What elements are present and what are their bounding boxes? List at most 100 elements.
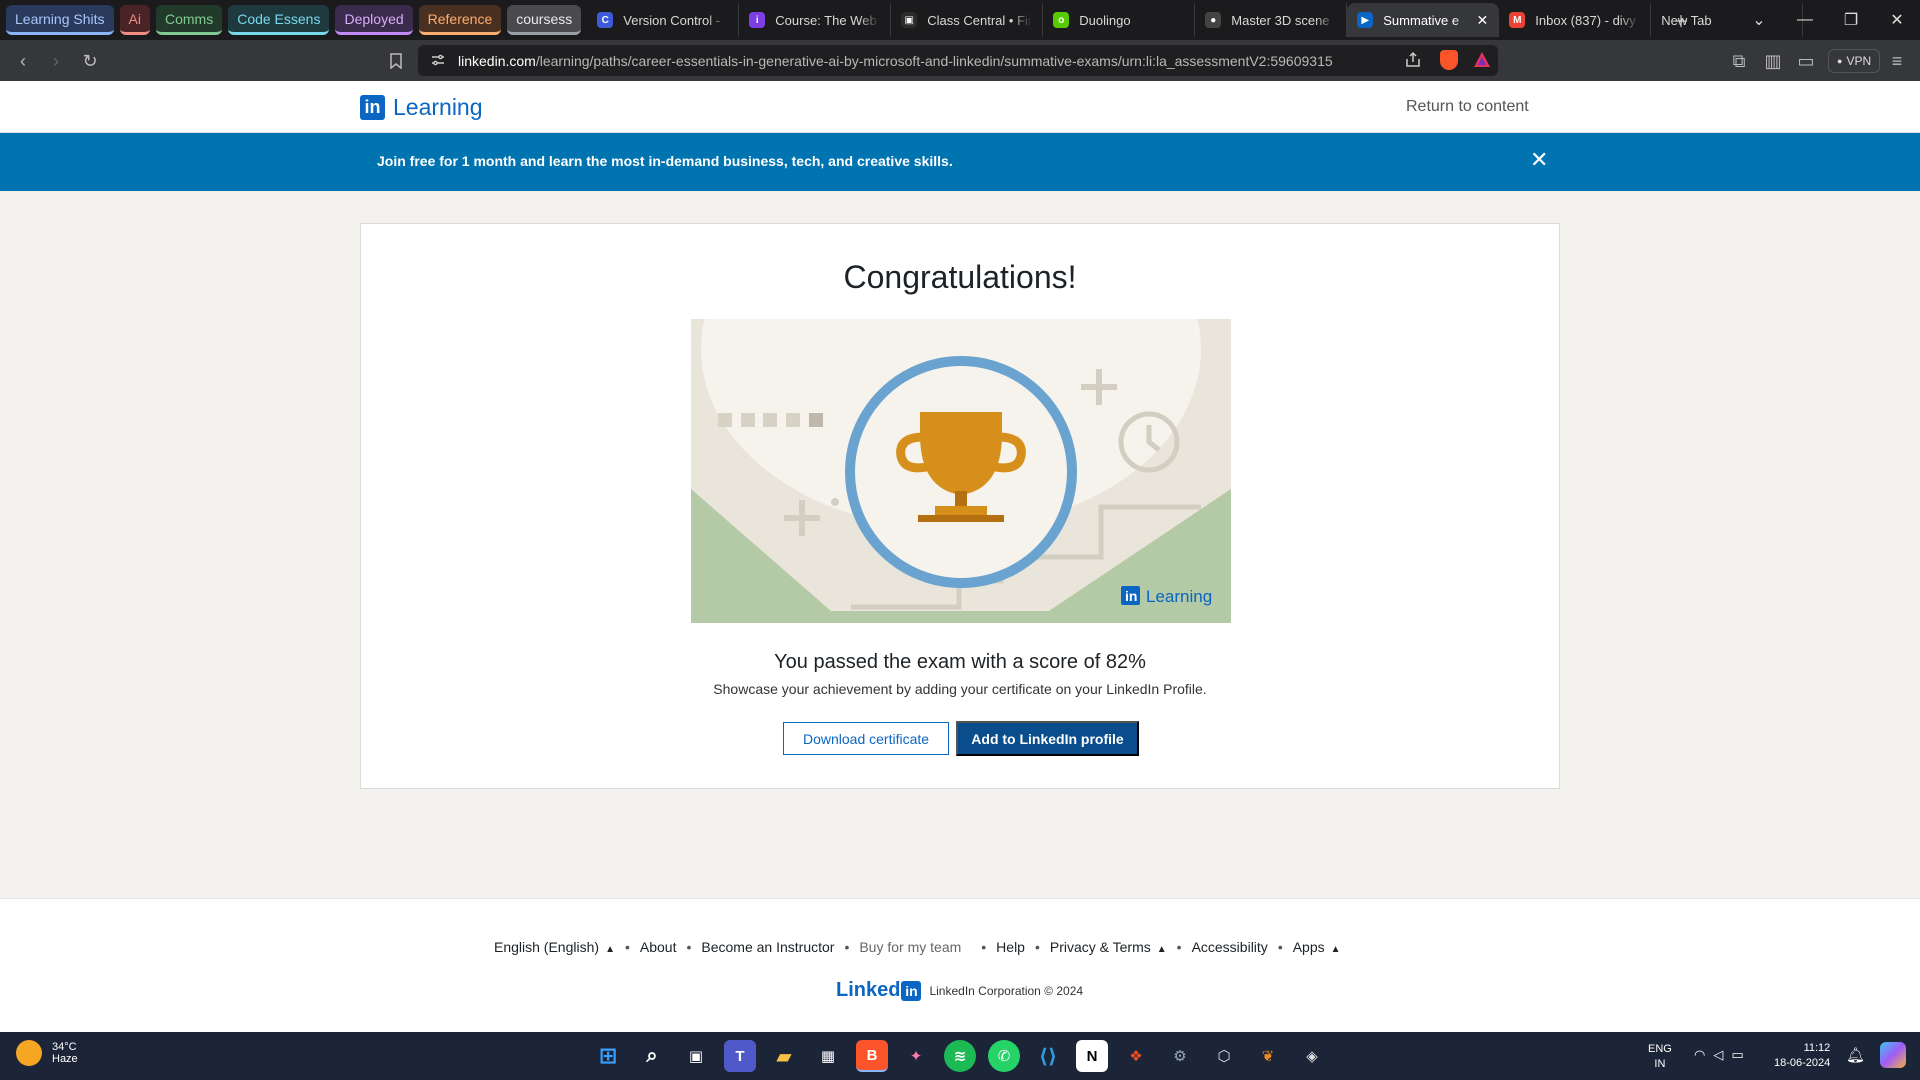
vscode-icon[interactable]: ⟨⟩ bbox=[1032, 1040, 1064, 1072]
vpn-button[interactable]: ● VPN bbox=[1828, 49, 1881, 73]
lang-code: ENG bbox=[1648, 1043, 1672, 1055]
sidebar-icon[interactable]: ▥ bbox=[1760, 48, 1786, 74]
banner-message[interactable]: Join free for 1 month and learn the most… bbox=[377, 153, 953, 169]
tab-group-chip[interactable]: Ai bbox=[119, 5, 150, 35]
browser-tab[interactable]: ▶ Summative e ✕ bbox=[1347, 3, 1500, 37]
haze-weather-icon bbox=[16, 1040, 42, 1066]
language-label: English (English) bbox=[494, 939, 600, 955]
tab-group-chip[interactable]: Deployed bbox=[335, 5, 413, 35]
back-arrow-icon[interactable]: ‹ bbox=[10, 48, 36, 74]
apps-label: Apps bbox=[1292, 939, 1325, 955]
tab-favicon-icon: M bbox=[1509, 12, 1526, 28]
brand-in: in bbox=[901, 980, 922, 1001]
tab-label: Version Control - bbox=[623, 12, 721, 28]
chevron-up-icon: ▲ bbox=[1156, 944, 1167, 955]
fl-studio-icon[interactable]: ❦ bbox=[1252, 1040, 1284, 1072]
footer-accessibility-link[interactable]: Accessibility bbox=[1192, 939, 1268, 955]
footer-apps-dropdown[interactable]: Apps ▲ bbox=[1293, 939, 1341, 955]
download-certificate-button[interactable]: Download certificate bbox=[783, 722, 949, 755]
file-explorer-icon[interactable]: ▰ bbox=[768, 1040, 800, 1072]
forward-arrow-icon[interactable]: › bbox=[43, 48, 69, 74]
restore-button[interactable]: ❐ bbox=[1828, 0, 1874, 40]
tab-group-chip[interactable]: Comms bbox=[155, 5, 223, 35]
footer-about-link[interactable]: About bbox=[640, 939, 677, 955]
brave-shields-icon[interactable] bbox=[1440, 50, 1458, 70]
tab-group-chip[interactable]: Reference bbox=[418, 5, 502, 35]
reload-icon[interactable]: ↻ bbox=[77, 48, 103, 74]
close-window-button[interactable]: ✕ bbox=[1874, 0, 1920, 40]
linkedin-footer-logo[interactable]: Linked in bbox=[836, 979, 922, 1002]
tab-strip: C Version Control - i Course: The Web ▣ Class… bbox=[587, 3, 1804, 37]
tab-search-icon[interactable]: ⌄ bbox=[1736, 0, 1782, 40]
linkedin-learning-logo[interactable]: in Learning bbox=[360, 94, 483, 121]
wifi-icon: ◠ bbox=[1694, 1047, 1714, 1062]
vpn-label: VPN bbox=[1846, 54, 1872, 68]
copilot-icon[interactable]: ✦ bbox=[900, 1040, 932, 1072]
trophy-illustration: in Learning bbox=[691, 169, 1231, 623]
notification-bell-icon[interactable]: 🔔︎ bbox=[1846, 1046, 1865, 1064]
whatsapp-icon[interactable]: ✆ bbox=[988, 1040, 1020, 1072]
footer-buy-team-link[interactable]: Buy for my team bbox=[859, 939, 961, 955]
tab-label: Duolingo bbox=[1079, 12, 1131, 28]
clock[interactable]: 11:12 18-06-2024 bbox=[1774, 1041, 1830, 1071]
language-selector[interactable]: English (English) ▲ bbox=[494, 939, 615, 955]
weather-widget[interactable]: 34°C Haze bbox=[16, 1040, 78, 1066]
menu-icon[interactable]: ≡ bbox=[1884, 48, 1910, 74]
wallet-icon[interactable]: ▭ bbox=[1793, 48, 1819, 74]
lang-region: IN bbox=[1654, 1058, 1666, 1070]
browser-tab[interactable]: ● Master 3D scene bbox=[1195, 3, 1348, 37]
tab-favicon-icon: C bbox=[597, 12, 614, 28]
share-icon[interactable] bbox=[1404, 51, 1422, 72]
browser-tab[interactable]: ▣ Class Central • Fin bbox=[891, 3, 1044, 37]
banner-close-icon[interactable]: ✕ bbox=[1530, 147, 1548, 173]
minimize-button[interactable]: — bbox=[1782, 0, 1828, 40]
language-indicator[interactable]: ENG IN bbox=[1648, 1042, 1672, 1072]
windows-start-icon[interactable]: ⊞ bbox=[592, 1040, 624, 1072]
footer-instructor-link[interactable]: Become an Instructor bbox=[701, 939, 834, 955]
tab-group-chip[interactable]: Learning Shits bbox=[6, 5, 114, 35]
tab-favicon-icon: o bbox=[1053, 12, 1070, 28]
url-field[interactable]: linkedin.com/learning/paths/career-essen… bbox=[418, 45, 1498, 76]
tab-favicon-icon: ▣ bbox=[901, 12, 918, 28]
windows-taskbar: 34°C Haze ⊞ ⌕ ▣ T ▰ ▦ B ✦ ≋ ✆ ⟨⟩ N ❖ ⚙ ⬡… bbox=[0, 1032, 1920, 1080]
footer-links: English (English) ▲ • About • Become an I… bbox=[494, 939, 1341, 955]
logo-word: Learning bbox=[393, 94, 483, 120]
settings-gear-icon[interactable]: ⚙ bbox=[1164, 1040, 1196, 1072]
teams-icon[interactable]: T bbox=[724, 1040, 756, 1072]
task-view-icon[interactable]: ▣ bbox=[680, 1040, 712, 1072]
footer-privacy-dropdown[interactable]: Privacy & Terms ▲ bbox=[1050, 939, 1167, 955]
new-tab-button[interactable]: ＋ bbox=[1658, 0, 1704, 40]
3d-viewer-icon[interactable]: ⬡ bbox=[1208, 1040, 1240, 1072]
return-to-content-link[interactable]: Return to content bbox=[1406, 98, 1529, 116]
browser-tab[interactable]: C Version Control - bbox=[587, 3, 740, 37]
add-to-linkedin-profile-button[interactable]: Add to LinkedIn profile bbox=[956, 721, 1139, 756]
site-settings-icon[interactable] bbox=[430, 52, 446, 71]
microsoft-store-icon[interactable]: ▦ bbox=[812, 1040, 844, 1072]
brave-browser-icon[interactable]: B bbox=[856, 1040, 888, 1072]
browser-tab[interactable]: M Inbox (837) - divy bbox=[1499, 3, 1652, 37]
brave-rewards-icon[interactable] bbox=[1473, 51, 1491, 71]
battery-icon: ▭ bbox=[1731, 1047, 1752, 1062]
tab-group-chip[interactable]: Code Essens bbox=[228, 5, 330, 35]
tab-favicon-icon: ● bbox=[1205, 12, 1222, 28]
bookmark-icon[interactable] bbox=[383, 48, 409, 74]
promo-banner: Join free for 1 month and learn the most… bbox=[0, 133, 1920, 191]
search-icon[interactable]: ⌕ bbox=[636, 1040, 668, 1072]
tab-favicon-icon: ▶ bbox=[1357, 12, 1374, 28]
browser-tab[interactable]: o Duolingo bbox=[1043, 3, 1196, 37]
tab-favicon-icon: i bbox=[749, 12, 766, 28]
footer-help-link[interactable]: Help bbox=[996, 939, 1025, 955]
extensions-icon[interactable]: ⧉ bbox=[1726, 48, 1752, 74]
figma-icon[interactable]: ❖ bbox=[1120, 1040, 1152, 1072]
tray-status-icons[interactable]: ◠◁▭ bbox=[1694, 1047, 1752, 1063]
notion-icon[interactable]: N bbox=[1076, 1040, 1108, 1072]
unity-icon[interactable]: ◈ bbox=[1296, 1040, 1328, 1072]
footer-copyright: Linked in LinkedIn Corporation © 2024 bbox=[836, 979, 1083, 1002]
spotify-icon[interactable]: ≋ bbox=[944, 1040, 976, 1072]
tab-group-chip[interactable]: coursess bbox=[507, 5, 582, 35]
copilot-tray-icon[interactable] bbox=[1880, 1042, 1906, 1068]
tab-close-icon[interactable]: ✕ bbox=[1477, 12, 1489, 29]
tab-label: Course: The Web bbox=[775, 12, 877, 28]
browser-tab[interactable]: i Course: The Web bbox=[739, 3, 892, 37]
chevron-up-icon: ▲ bbox=[1330, 944, 1341, 955]
